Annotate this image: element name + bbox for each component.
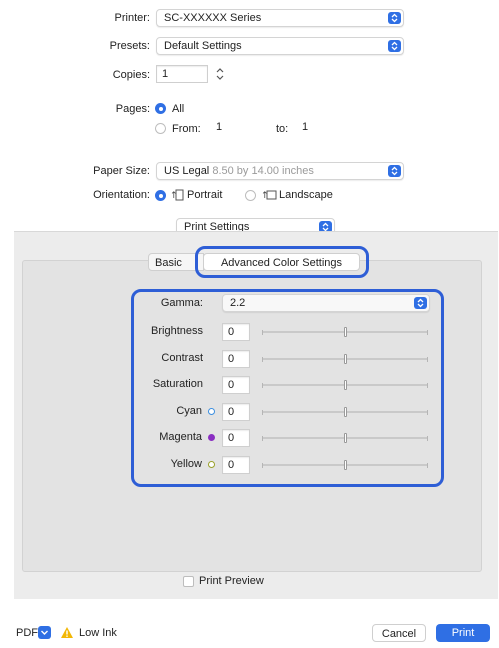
- print-preview-label: Print Preview: [199, 575, 264, 587]
- pages-all-label: All: [172, 103, 185, 115]
- chevron-updown-icon: [388, 40, 401, 52]
- gamma-select[interactable]: 2.2: [222, 294, 430, 312]
- cancel-button[interactable]: Cancel: [372, 624, 426, 642]
- magenta-slider-thumb[interactable]: [344, 433, 347, 443]
- yellow-label: Yellow: [170, 458, 202, 470]
- slider-tick: [262, 410, 263, 415]
- slider-tick: [262, 383, 263, 388]
- paper-size-select[interactable]: US Legal 8.50 by 14.00 inches: [156, 162, 404, 180]
- portrait-label: Portrait: [187, 189, 223, 201]
- saturation-value-field[interactable]: 0: [222, 376, 250, 394]
- pdf-label: PDF: [16, 627, 38, 639]
- brightness-slider-thumb[interactable]: [344, 327, 347, 337]
- saturation-label: Saturation: [152, 378, 203, 390]
- copies-label: Copies:: [112, 69, 150, 81]
- pages-from-label: From:: [172, 123, 201, 135]
- contrast-label: Contrast: [161, 352, 203, 364]
- magenta-dot-icon: [208, 434, 215, 441]
- printer-value: SC-XXXXXX Series: [164, 12, 262, 24]
- print-preview-checkbox[interactable]: [183, 576, 194, 587]
- chevron-updown-icon: [388, 12, 401, 24]
- pages-all-radio[interactable]: [155, 103, 166, 114]
- cyan-label: Cyan: [176, 405, 202, 417]
- brightness-label: Brightness: [151, 325, 203, 337]
- yellow-dot-icon: [208, 461, 215, 468]
- gamma-label: Gamma:: [160, 297, 203, 309]
- slider-tick: [427, 410, 428, 415]
- slider-tick: [427, 357, 428, 362]
- cyan-slider-thumb[interactable]: [344, 407, 347, 417]
- landscape-radio[interactable]: [245, 190, 256, 201]
- contrast-value-field[interactable]: 0: [222, 350, 250, 368]
- pages-from-field[interactable]: 1: [211, 119, 266, 137]
- low-ink-label: Low Ink: [79, 627, 117, 639]
- magenta-value-field[interactable]: 0: [222, 429, 250, 447]
- copies-stepper[interactable]: [214, 65, 226, 83]
- chevron-down-icon: [41, 630, 48, 635]
- yellow-slider-thumb[interactable]: [344, 460, 347, 470]
- slider-tick: [262, 463, 263, 468]
- slider-tick: [427, 436, 428, 441]
- saturation-slider-thumb[interactable]: [344, 380, 347, 390]
- slider-tick: [262, 330, 263, 335]
- slider-tick: [262, 357, 263, 362]
- magenta-label: Magenta: [159, 431, 202, 443]
- slider-tick: [427, 463, 428, 468]
- paper-size-label: Paper Size:: [93, 165, 150, 177]
- printer-label: Printer:: [114, 12, 150, 24]
- presets-label: Presets:: [109, 40, 150, 52]
- slider-tick: [262, 436, 263, 441]
- presets-select[interactable]: Default Settings: [156, 37, 404, 55]
- pages-to-label: to:: [276, 123, 289, 135]
- slider-tick: [427, 330, 428, 335]
- slider-tick: [427, 383, 428, 388]
- pages-from-radio[interactable]: [155, 123, 166, 134]
- printer-select[interactable]: SC-XXXXXX Series: [156, 9, 404, 27]
- paper-size-detail: 8.50 by 14.00 inches: [212, 165, 314, 177]
- portrait-icon: ↑: [170, 188, 184, 205]
- print-button[interactable]: Print: [436, 624, 490, 642]
- cyan-dot-icon: [208, 408, 215, 415]
- paper-size-value: US Legal: [164, 165, 210, 177]
- tab-highlight-frame: [195, 246, 369, 278]
- stepper-icon: [216, 68, 224, 80]
- contrast-slider-thumb[interactable]: [344, 354, 347, 364]
- orientation-label: Orientation:: [93, 189, 150, 201]
- chevron-updown-icon: [414, 297, 427, 309]
- brightness-value-field[interactable]: 0: [222, 323, 250, 341]
- pages-label: Pages:: [115, 103, 150, 115]
- yellow-value-field[interactable]: 0: [222, 456, 250, 474]
- presets-value: Default Settings: [164, 40, 242, 52]
- landscape-label: Landscape: [279, 189, 333, 201]
- portrait-radio[interactable]: [155, 190, 166, 201]
- copies-field[interactable]: 1: [156, 65, 208, 83]
- pdf-menu-button[interactable]: [38, 626, 51, 639]
- warning-icon: [61, 627, 73, 638]
- pages-to-field[interactable]: 1: [297, 119, 352, 137]
- cyan-value-field[interactable]: 0: [222, 403, 250, 421]
- gamma-value: 2.2: [230, 297, 246, 309]
- chevron-updown-icon: [388, 165, 401, 177]
- landscape-icon: ↑: [261, 188, 277, 205]
